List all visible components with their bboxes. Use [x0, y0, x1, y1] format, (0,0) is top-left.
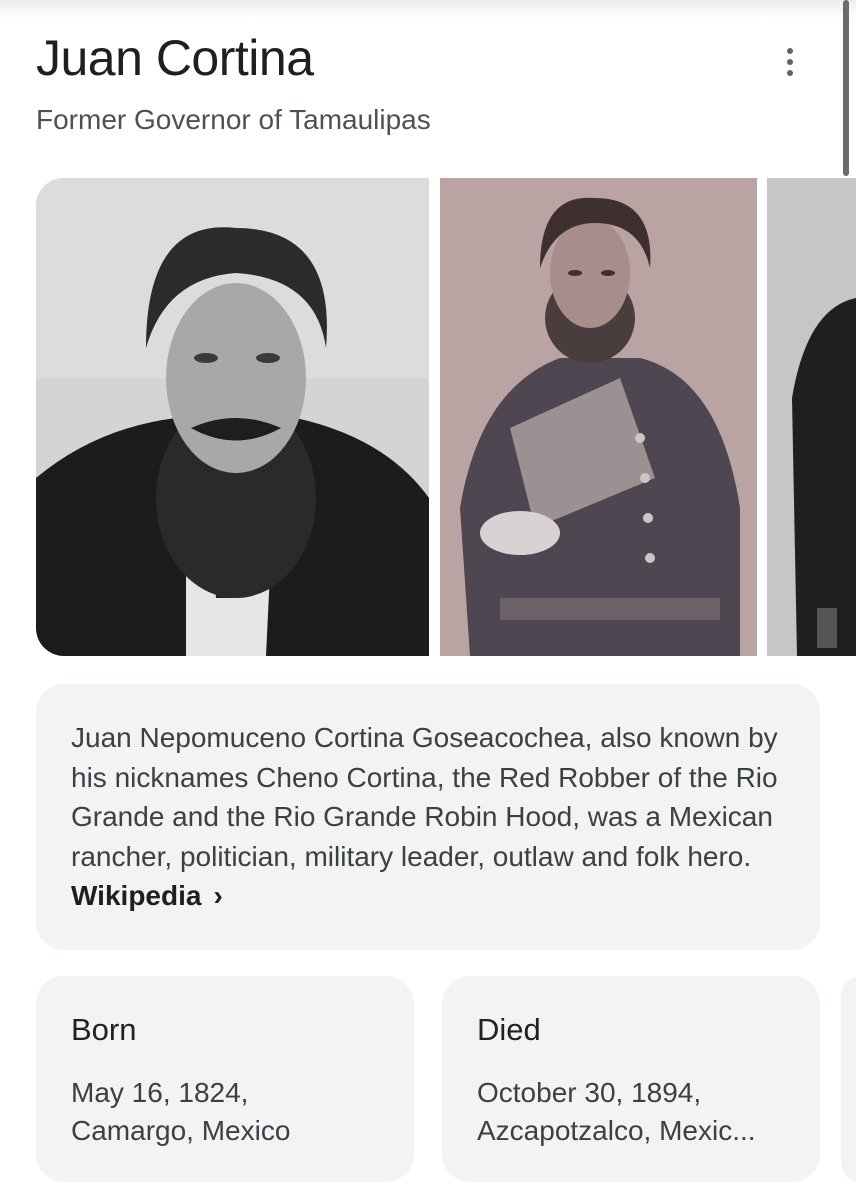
portrait-image-1[interactable]: [36, 178, 429, 656]
portrait-image-3[interactable]: [767, 178, 856, 656]
more-options-icon[interactable]: [774, 42, 806, 82]
died-label: Died: [477, 1012, 541, 1047]
born-fact-card[interactable]: Born May 16, 1824, Camargo, Mexico: [36, 976, 414, 1182]
entity-title: Juan Cortina: [36, 30, 314, 86]
description-paragraph: Juan Nepomuceno Cortina Goseacochea, als…: [71, 718, 784, 916]
died-value: October 30, 1894, Azcapotzalco, Mexic...: [477, 1077, 756, 1146]
born-label: Born: [71, 1012, 137, 1047]
born-value: May 16, 1824, Camargo, Mexico: [71, 1077, 291, 1146]
wikipedia-link[interactable]: Wikipedia ›: [71, 880, 223, 911]
portrait-image-2[interactable]: [440, 178, 757, 656]
entity-subtitle: Former Governor of Tamaulipas: [36, 104, 431, 135]
wikipedia-link-label: Wikipedia: [71, 880, 202, 911]
next-fact-card[interactable]: [841, 976, 856, 1182]
scrollbar[interactable]: [843, 0, 849, 176]
top-shadow: [0, 0, 856, 18]
chevron-right-icon: ›: [213, 880, 223, 911]
description-text: Juan Nepomuceno Cortina Goseacochea, als…: [71, 722, 778, 872]
died-fact-card[interactable]: Died October 30, 1894, Azcapotzalco, Mex…: [442, 976, 820, 1182]
description-card: Juan Nepomuceno Cortina Goseacochea, als…: [36, 684, 820, 950]
